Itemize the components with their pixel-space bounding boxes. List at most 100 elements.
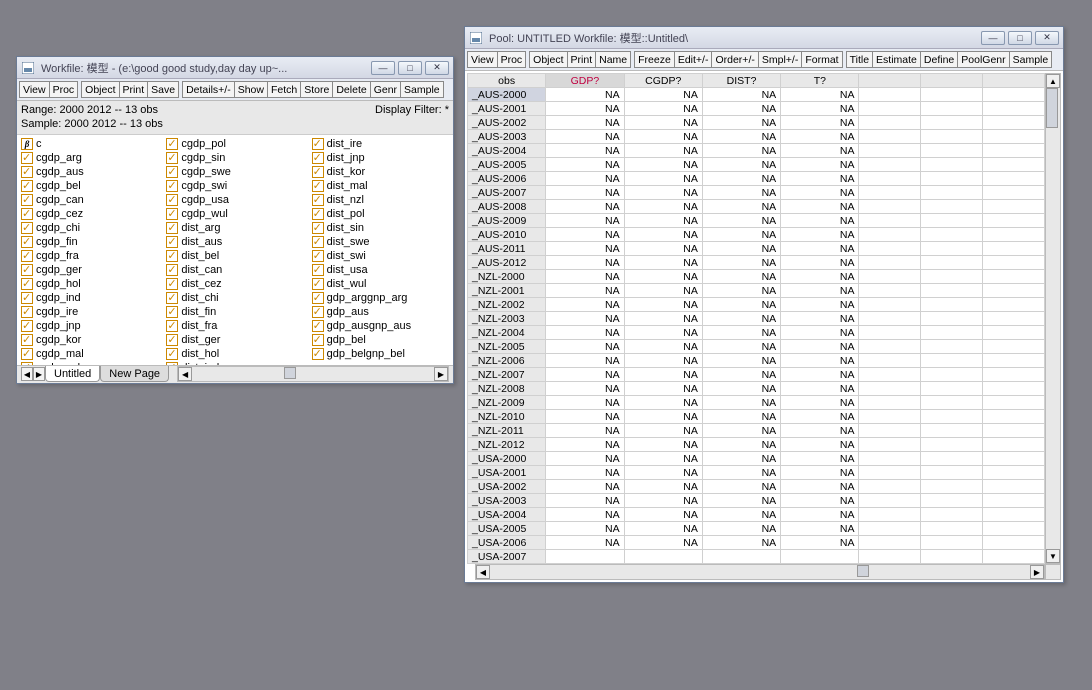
- data-cell[interactable]: [921, 88, 983, 102]
- data-cell[interactable]: NA: [546, 158, 624, 172]
- object-dist_chi[interactable]: dist_chi: [166, 291, 303, 305]
- obs-cell[interactable]: _NZL-2008: [468, 382, 546, 396]
- data-cell[interactable]: NA: [624, 172, 702, 186]
- toolbar-fetch[interactable]: Fetch: [267, 81, 301, 98]
- data-cell[interactable]: NA: [781, 102, 859, 116]
- data-cell[interactable]: [921, 312, 983, 326]
- data-cell[interactable]: NA: [781, 326, 859, 340]
- obs-cell[interactable]: _AUS-2010: [468, 228, 546, 242]
- object-dist_swi[interactable]: dist_swi: [312, 249, 449, 263]
- table-row[interactable]: _AUS-2001NANANANA: [468, 102, 1045, 116]
- data-cell[interactable]: [983, 494, 1045, 508]
- table-row[interactable]: _NZL-2012NANANANA: [468, 438, 1045, 452]
- data-cell[interactable]: [983, 396, 1045, 410]
- data-cell[interactable]: NA: [624, 494, 702, 508]
- obs-cell[interactable]: _NZL-2004: [468, 326, 546, 340]
- data-cell[interactable]: [859, 214, 921, 228]
- col-header[interactable]: [921, 74, 983, 88]
- data-cell[interactable]: [983, 368, 1045, 382]
- object-cgdp_ire[interactable]: cgdp_ire: [21, 305, 158, 319]
- object-gdp_ausgnp_aus[interactable]: gdp_ausgnp_aus: [312, 319, 449, 333]
- data-cell[interactable]: [921, 508, 983, 522]
- toolbar-proc[interactable]: Proc: [49, 81, 79, 98]
- data-cell[interactable]: NA: [781, 144, 859, 158]
- obs-cell[interactable]: _AUS-2005: [468, 158, 546, 172]
- table-row[interactable]: _USA-2003NANANANA: [468, 494, 1045, 508]
- data-cell[interactable]: NA: [702, 200, 780, 214]
- obs-cell[interactable]: _USA-2004: [468, 508, 546, 522]
- object-cgdp_ind[interactable]: cgdp_ind: [21, 291, 158, 305]
- data-cell[interactable]: NA: [624, 382, 702, 396]
- data-cell[interactable]: [921, 116, 983, 130]
- data-cell[interactable]: NA: [702, 396, 780, 410]
- data-cell[interactable]: [921, 130, 983, 144]
- data-cell[interactable]: NA: [702, 536, 780, 550]
- data-cell[interactable]: NA: [781, 242, 859, 256]
- data-cell[interactable]: NA: [546, 508, 624, 522]
- obs-cell[interactable]: _AUS-2000: [468, 88, 546, 102]
- data-cell[interactable]: NA: [546, 494, 624, 508]
- data-cell[interactable]: [921, 466, 983, 480]
- data-cell[interactable]: NA: [702, 494, 780, 508]
- toolbar-order[interactable]: Order+/-: [711, 51, 758, 68]
- object-dist_ire[interactable]: dist_ire: [312, 137, 449, 151]
- data-cell[interactable]: NA: [702, 88, 780, 102]
- object-cgdp_wul[interactable]: cgdp_wul: [166, 207, 303, 221]
- obs-cell[interactable]: _NZL-2003: [468, 312, 546, 326]
- pool-h-scrollbar[interactable]: ◀ ▶: [475, 564, 1045, 580]
- data-cell[interactable]: [921, 242, 983, 256]
- data-cell[interactable]: NA: [702, 228, 780, 242]
- data-cell[interactable]: NA: [624, 508, 702, 522]
- obs-cell[interactable]: _AUS-2004: [468, 144, 546, 158]
- data-cell[interactable]: NA: [781, 172, 859, 186]
- toolbar-title[interactable]: Title: [846, 51, 873, 68]
- object-cgdp_bel[interactable]: cgdp_bel: [21, 179, 158, 193]
- data-cell[interactable]: [983, 200, 1045, 214]
- data-cell[interactable]: [983, 452, 1045, 466]
- data-cell[interactable]: [921, 424, 983, 438]
- close-button[interactable]: ✕: [1035, 31, 1059, 45]
- toolbar-name[interactable]: Name: [595, 51, 631, 68]
- data-cell[interactable]: [921, 494, 983, 508]
- data-cell[interactable]: NA: [702, 172, 780, 186]
- data-cell[interactable]: NA: [624, 452, 702, 466]
- data-cell[interactable]: [983, 424, 1045, 438]
- table-row[interactable]: _AUS-2008NANANANA: [468, 200, 1045, 214]
- obs-cell[interactable]: _USA-2005: [468, 522, 546, 536]
- data-cell[interactable]: [921, 340, 983, 354]
- object-dist_ger[interactable]: dist_ger: [166, 333, 303, 347]
- data-cell[interactable]: NA: [546, 536, 624, 550]
- maximize-button[interactable]: □: [1008, 31, 1032, 45]
- data-cell[interactable]: NA: [702, 214, 780, 228]
- object-dist_wul[interactable]: dist_wul: [312, 277, 449, 291]
- data-cell[interactable]: NA: [624, 270, 702, 284]
- data-cell[interactable]: [921, 144, 983, 158]
- data-cell[interactable]: [859, 88, 921, 102]
- object-gdp_arggnp_arg[interactable]: gdp_arggnp_arg: [312, 291, 449, 305]
- obs-cell[interactable]: _AUS-2008: [468, 200, 546, 214]
- data-cell[interactable]: [983, 256, 1045, 270]
- data-cell[interactable]: [983, 312, 1045, 326]
- data-cell[interactable]: NA: [546, 466, 624, 480]
- data-cell[interactable]: NA: [624, 536, 702, 550]
- data-cell[interactable]: [921, 550, 983, 564]
- data-cell[interactable]: NA: [624, 200, 702, 214]
- toolbar-sample[interactable]: Sample: [1009, 51, 1053, 68]
- object-cgdp_usa[interactable]: cgdp_usa: [166, 193, 303, 207]
- data-cell[interactable]: [983, 130, 1045, 144]
- col-header[interactable]: [859, 74, 921, 88]
- data-cell[interactable]: NA: [546, 228, 624, 242]
- data-cell[interactable]: NA: [781, 452, 859, 466]
- data-cell[interactable]: [983, 214, 1045, 228]
- toolbar-delete[interactable]: Delete: [332, 81, 370, 98]
- data-cell[interactable]: [859, 186, 921, 200]
- obs-cell[interactable]: _USA-2006: [468, 536, 546, 550]
- data-cell[interactable]: [983, 466, 1045, 480]
- data-cell[interactable]: [859, 326, 921, 340]
- data-cell[interactable]: [983, 144, 1045, 158]
- data-cell[interactable]: NA: [702, 102, 780, 116]
- data-cell[interactable]: [983, 550, 1045, 564]
- object-dist_pol[interactable]: dist_pol: [312, 207, 449, 221]
- obs-cell[interactable]: _AUS-2012: [468, 256, 546, 270]
- obs-cell[interactable]: _NZL-2001: [468, 284, 546, 298]
